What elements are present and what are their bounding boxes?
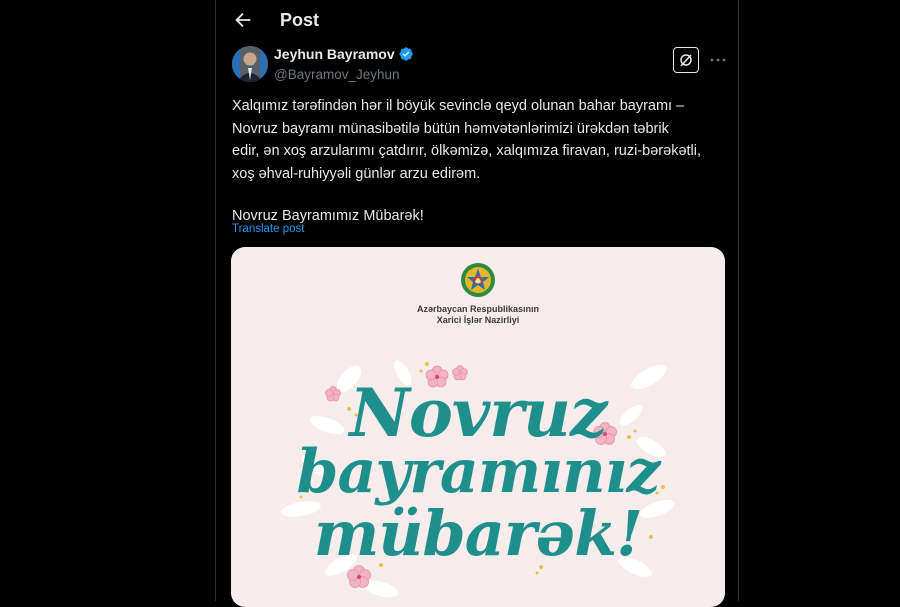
- post-column: Post Jeyhun Bayramov @Bayramov_Jeyhun Xa…: [215, 0, 739, 607]
- more-icon[interactable]: [709, 50, 727, 70]
- post-closing: Novruz Bayramımız Mübarək!: [232, 208, 424, 224]
- post-image[interactable]: Azərbaycan Respublikasının Xarici İşlər …: [231, 247, 725, 607]
- author-name[interactable]: Jeyhun Bayramov: [274, 46, 414, 62]
- post-text-line: xoş əhval-ruhiyyəli günlər arzu edirəm.: [232, 165, 481, 182]
- back-arrow-icon[interactable]: [232, 9, 254, 31]
- grok-icon[interactable]: [673, 47, 699, 73]
- ministry-name-line2: Xarici İşlər Nazirliyi: [436, 315, 520, 325]
- post-text-line: Xalqımız tərəfindən hər il böyük sevincl…: [232, 98, 685, 114]
- ministry-name-line1: Azərbaycan Respublikasının: [416, 304, 540, 314]
- post-text-line: Novruz bayramı münasibətilə bütün həmvət…: [232, 120, 669, 137]
- post-text: Xalqımız tərəfindən hər il böyük sevincl…: [232, 95, 728, 228]
- post-header: Post: [216, 0, 738, 42]
- translate-post-link[interactable]: Translate post: [232, 223, 304, 235]
- post-author: Jeyhun Bayramov @Bayramov_Jeyhun: [232, 46, 413, 86]
- post-text-line: edir, ən xoş arzularımı çatdırır, ölkəmi…: [232, 143, 702, 159]
- page-title: Post: [280, 10, 320, 30]
- author-names: Jeyhun Bayramov @Bayramov_Jeyhun: [274, 46, 414, 82]
- headline-line3: mübarək!: [313, 497, 644, 570]
- verified-badge-icon: [398, 46, 414, 62]
- author-handle[interactable]: @Bayramov_Jeyhun: [274, 67, 414, 82]
- author-name-text[interactable]: Jeyhun Bayramov: [274, 46, 395, 62]
- ministry-emblem-icon: [461, 263, 495, 297]
- avatar[interactable]: [232, 46, 268, 82]
